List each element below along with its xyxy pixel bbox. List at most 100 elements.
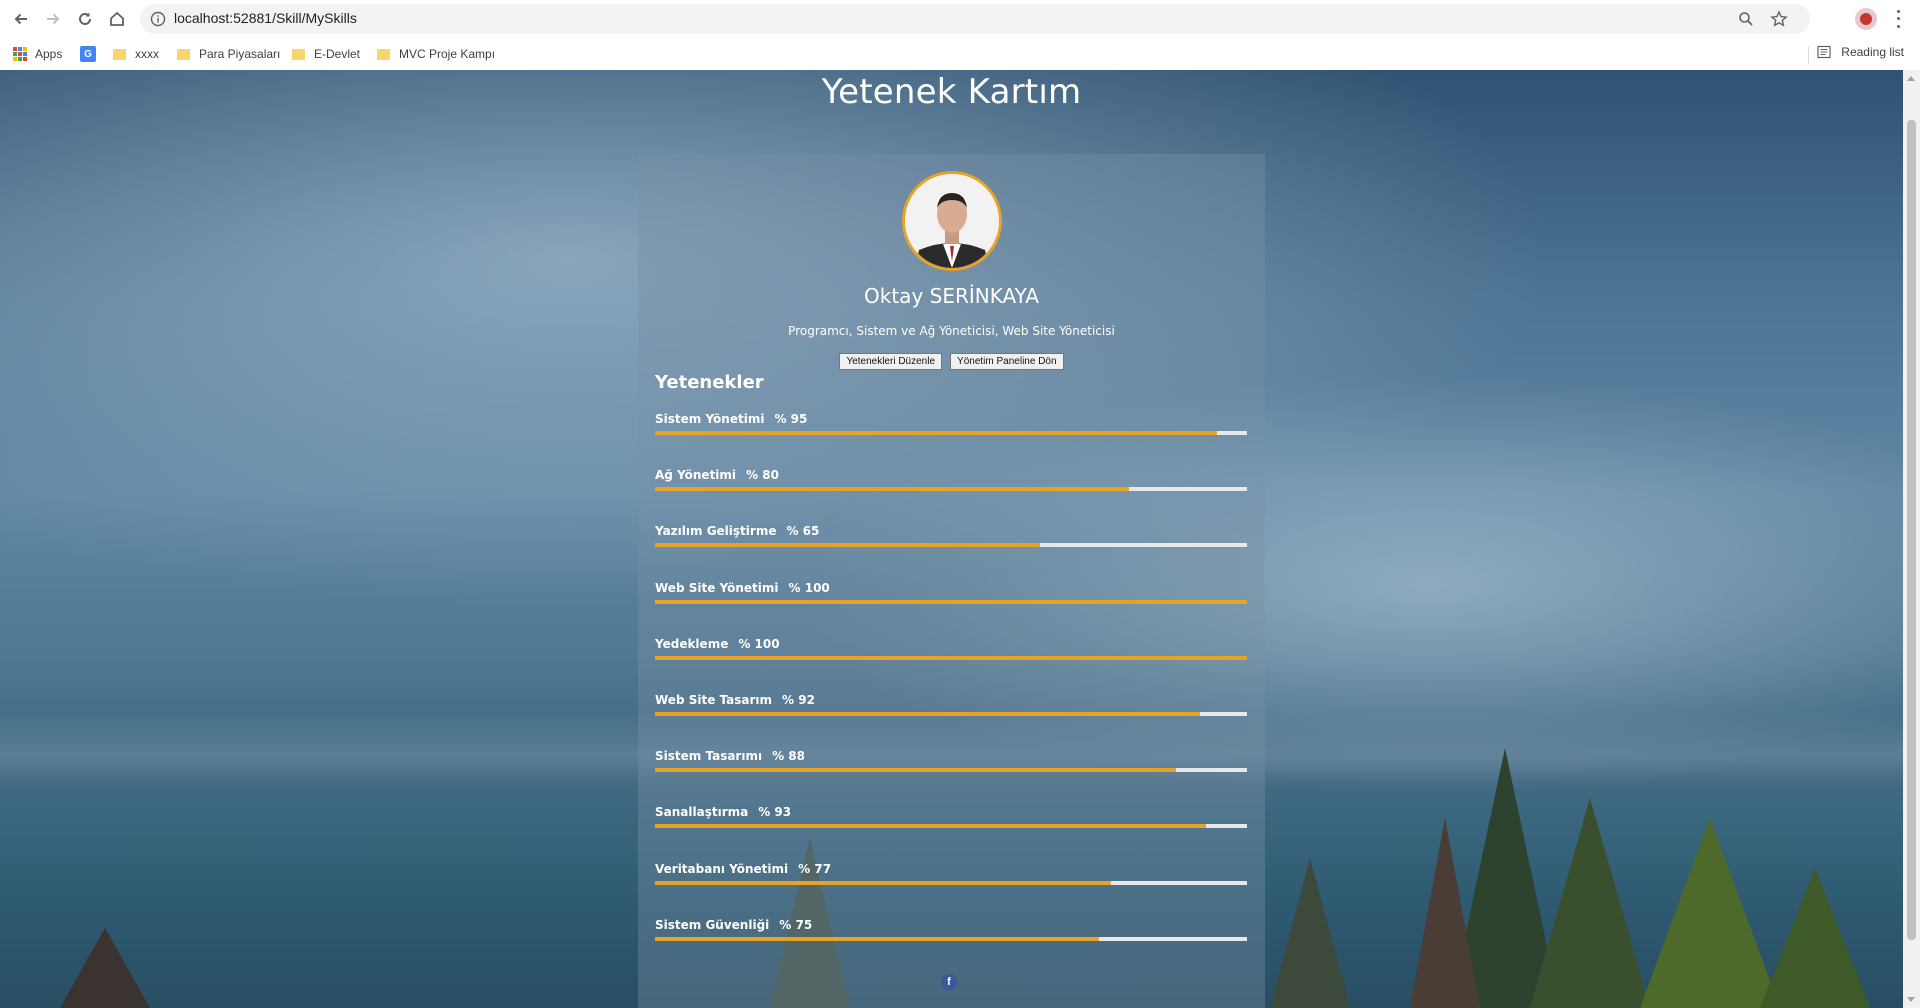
background-tree xyxy=(1640,818,1780,1008)
skill-progress-track xyxy=(655,431,1247,435)
bookmark-folder-para-piyasalari[interactable]: Para Piyasaları xyxy=(177,45,280,63)
skill-percent: % 100 xyxy=(788,580,830,595)
skill-label: Yedekleme % 100 xyxy=(655,637,780,651)
skill-name: Web Site Tasarım xyxy=(655,692,773,707)
background-tree xyxy=(1760,868,1870,1008)
skill-progress-track xyxy=(655,768,1247,773)
bookmark-folder-mvc-proje-kampi[interactable]: MVC Proje Kampı xyxy=(377,45,495,63)
background-tree xyxy=(1270,858,1350,1008)
edit-skills-button[interactable]: Yetenekleri Düzenle xyxy=(839,353,943,370)
facebook-icon[interactable]: f xyxy=(941,974,957,990)
person-portrait-icon xyxy=(905,174,999,268)
skill-card: Oktay SERİNKAYA Programcı, Sistem ve Ağ … xyxy=(638,154,1265,1008)
skill-row: Web Site Yönetimi % 100 xyxy=(655,581,1247,637)
reading-list-button[interactable]: Reading list xyxy=(1817,45,1904,59)
skill-progress-fill xyxy=(655,543,1040,548)
skill-name: Sistem Tasarımı xyxy=(655,749,763,764)
skill-percent: % 75 xyxy=(779,917,813,932)
skill-label: Web Site Tasarım % 92 xyxy=(655,693,815,707)
page-scrollbar[interactable] xyxy=(1903,70,1920,1008)
skill-progress-fill xyxy=(655,711,1200,716)
bookmark-label: MVC Proje Kampı xyxy=(399,47,496,61)
folder-icon xyxy=(113,48,126,60)
skills-heading: Yetenekler xyxy=(655,372,764,393)
reload-icon xyxy=(79,12,91,25)
skill-percent: % 93 xyxy=(758,805,792,820)
skill-row: Sistem Yönetimi % 95 xyxy=(655,412,1247,468)
forward-arrow-icon xyxy=(47,13,60,25)
skill-row: Sistem Tasarımı % 88 xyxy=(655,749,1247,805)
skill-progress-track xyxy=(655,543,1247,548)
reload-button[interactable] xyxy=(71,5,99,33)
skill-progress-track xyxy=(655,487,1247,492)
scroll-down-arrow-icon[interactable] xyxy=(1907,997,1915,1002)
home-button[interactable] xyxy=(103,5,131,33)
skill-progress-track xyxy=(655,711,1247,716)
bookmark-label: E-Devlet xyxy=(314,47,361,61)
skill-progress-track xyxy=(655,655,1247,660)
scrollbar-thumb[interactable] xyxy=(1907,120,1916,940)
zoom-icon[interactable] xyxy=(1738,11,1754,27)
bookmark-label: xxxx xyxy=(135,47,159,61)
browser-toolbar: localhost:52881/Skill/MySkills xyxy=(0,0,1920,38)
skill-label: Sanallaştırma % 93 xyxy=(655,805,791,819)
background-tree xyxy=(60,928,150,1008)
bookmark-star-icon[interactable] xyxy=(1770,10,1788,28)
bookmark-label: Apps xyxy=(35,47,63,61)
scroll-up-arrow-icon[interactable] xyxy=(1907,76,1915,81)
skill-row: Sistem Güvenliği % 75 xyxy=(655,918,1247,974)
profile-name: Oktay SERİNKAYA xyxy=(864,284,1039,308)
folder-icon xyxy=(177,48,190,60)
url-text[interactable]: localhost:52881/Skill/MySkills xyxy=(174,10,357,26)
browser-chrome: localhost:52881/Skill/MySkills Apps G xx… xyxy=(0,0,1920,71)
skill-label: Ağ Yönetimi % 80 xyxy=(655,468,779,482)
skill-percent: % 100 xyxy=(738,636,780,651)
translate-icon[interactable]: G xyxy=(80,46,96,62)
page-viewport: Yetenek Kartım Oktay SERİNKAYA Programcı… xyxy=(0,70,1903,1008)
forward-button[interactable] xyxy=(39,5,67,33)
skill-progress-fill xyxy=(655,880,1111,885)
bookmark-apps[interactable]: Apps xyxy=(13,45,62,63)
skill-progress-track xyxy=(655,880,1247,885)
skill-name: Veritabanı Yönetimi xyxy=(655,861,789,876)
skill-progress-track xyxy=(655,824,1247,829)
skill-label: Web Site Yönetimi % 100 xyxy=(655,581,830,595)
bookmark-folder-e-devlet[interactable]: E-Devlet xyxy=(292,45,360,63)
skill-row: Ağ Yönetimi % 80 xyxy=(655,468,1247,524)
skill-row: Yazılım Geliştirme % 65 xyxy=(655,524,1247,580)
skill-label: Sistem Güvenliği % 75 xyxy=(655,918,812,932)
skill-progress-fill xyxy=(655,768,1176,773)
info-icon[interactable] xyxy=(150,11,166,27)
skill-percent: % 88 xyxy=(772,749,805,764)
bookmark-label: Para Piyasaları xyxy=(199,47,281,61)
folder-icon xyxy=(377,48,390,60)
folder-icon xyxy=(292,48,305,60)
skill-progress-fill xyxy=(655,936,1099,941)
address-bar[interactable]: localhost:52881/Skill/MySkills xyxy=(140,4,1810,34)
skill-progress-fill xyxy=(655,599,1247,604)
skill-label: Sistem Tasarımı % 88 xyxy=(655,749,805,763)
bookmarks-bar: Apps G xxxx Para Piyasaları E-Devlet MVC… xyxy=(0,38,1920,70)
skill-percent: % 65 xyxy=(786,524,820,539)
reading-list-label: Reading list xyxy=(1841,45,1904,59)
skills-list: Sistem Yönetimi % 95 Ağ Yönetimi % 80 Yazılı… xyxy=(655,412,1247,974)
home-icon xyxy=(110,11,124,26)
browser-menu-icon[interactable] xyxy=(1890,8,1906,30)
skill-name: Web Site Yönetimi xyxy=(655,580,779,595)
background-tree xyxy=(1410,818,1480,1008)
skill-percent: % 92 xyxy=(782,692,815,707)
skill-name: Sistem Yönetimi xyxy=(655,412,765,426)
back-button[interactable] xyxy=(7,5,35,33)
skill-progress-fill xyxy=(655,431,1218,435)
profile-avatar[interactable] xyxy=(1855,8,1877,30)
skill-label: Sistem Yönetimi % 95 xyxy=(655,412,807,426)
skill-name: Yazılım Geliştirme xyxy=(655,524,777,539)
skill-progress-fill xyxy=(655,487,1129,492)
page-title: Yetenek Kartım xyxy=(821,72,1082,112)
profile-job-title: Programcı, Sistem ve Ağ Yöneticisi, Web … xyxy=(788,324,1115,338)
skill-label: Yazılım Geliştirme % 65 xyxy=(655,524,819,538)
bookmarks-divider xyxy=(1808,46,1809,64)
skill-name: Ağ Yönetimi xyxy=(655,468,737,483)
back-to-panel-button[interactable]: Yönetim Paneline Dön xyxy=(950,353,1064,370)
bookmark-folder-xxxx[interactable]: xxxx xyxy=(113,45,159,63)
